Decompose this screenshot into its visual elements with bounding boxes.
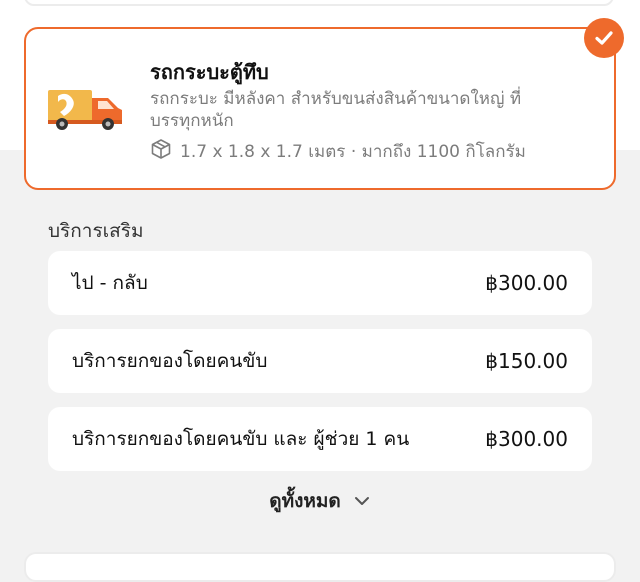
box-truck-icon xyxy=(46,86,128,136)
service-label: บริการยกของโดยคนขับ xyxy=(72,350,268,372)
see-all-label: ดูทั้งหมด xyxy=(269,490,341,512)
service-label: ไป - กลับ xyxy=(72,272,148,294)
selected-check-icon xyxy=(584,18,624,58)
service-price: ฿300.00 xyxy=(485,427,568,451)
service-item-driver-and-helper[interactable]: บริการยกของโดยคนขับ และ ผู้ช่วย 1 คน ฿30… xyxy=(48,407,592,471)
box-icon xyxy=(150,138,172,165)
vehicle-spec-text: 1.7 x 1.8 x 1.7 เมตร · มากถึง 1100 กิโลก… xyxy=(180,142,526,162)
service-price: ฿150.00 xyxy=(485,349,568,373)
vehicle-name: รถกระบะตู้ทึบ xyxy=(150,60,269,84)
service-item-round-trip[interactable]: ไป - กลับ ฿300.00 xyxy=(48,251,592,315)
previous-vehicle-card[interactable] xyxy=(24,0,614,6)
chevron-down-icon xyxy=(353,490,371,512)
see-all-button[interactable]: ดูทั้งหมด xyxy=(0,486,640,516)
next-section-card xyxy=(24,552,616,582)
service-item-driver-loading[interactable]: บริการยกของโดยคนขับ ฿150.00 xyxy=(48,329,592,393)
vehicle-spec-row: 1.7 x 1.8 x 1.7 เมตร · มากถึง 1100 กิโลก… xyxy=(150,138,526,165)
service-price: ฿300.00 xyxy=(485,271,568,295)
vehicle-description: รถกระบะ มีหลังคา สำหรับขนส่งสินค้าขนาดให… xyxy=(150,89,522,131)
service-label: บริการยกของโดยคนขับ และ ผู้ช่วย 1 คน xyxy=(72,428,410,450)
additional-services-title: บริการเสริม xyxy=(48,220,144,242)
